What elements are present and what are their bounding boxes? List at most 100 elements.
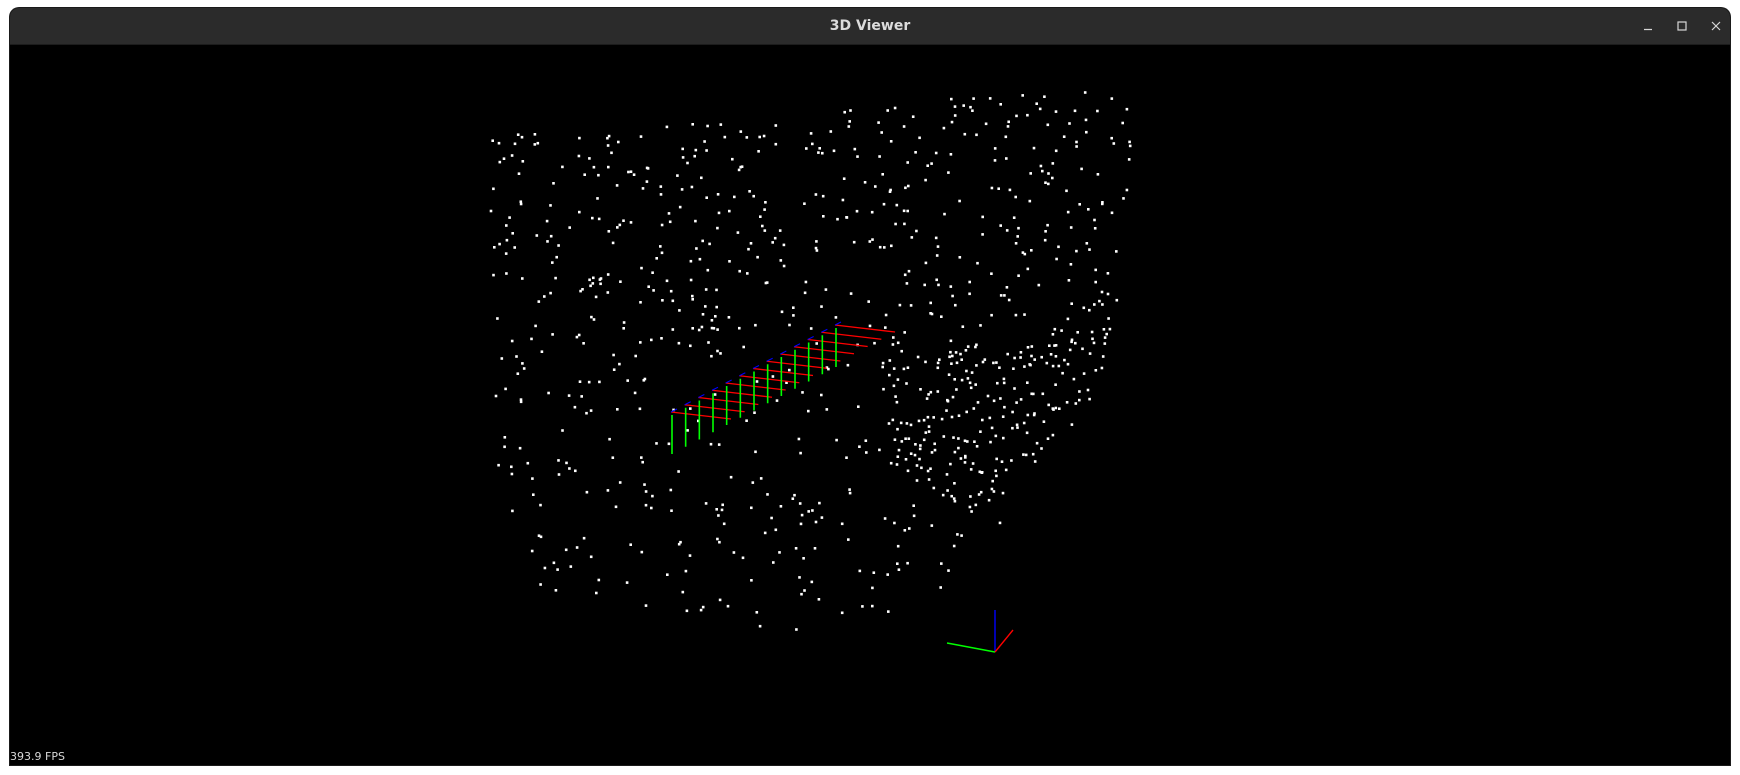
point <box>817 598 821 601</box>
point <box>607 165 610 169</box>
3d-viewport[interactable]: 393.9 FPS <box>10 45 1730 765</box>
point <box>651 494 654 498</box>
point <box>920 466 923 470</box>
point <box>660 223 664 227</box>
title-bar[interactable]: 3D Viewer <box>10 8 1730 45</box>
point <box>610 151 613 155</box>
point <box>494 394 498 398</box>
origin-x-axis <box>994 629 1014 653</box>
point <box>1007 120 1010 124</box>
point <box>686 429 689 432</box>
point <box>929 467 932 470</box>
point <box>1001 491 1005 495</box>
point <box>685 609 689 613</box>
point <box>914 443 917 446</box>
point <box>981 233 984 236</box>
point <box>655 257 658 260</box>
point <box>963 461 967 464</box>
point <box>715 508 718 511</box>
origin-y-axis <box>946 642 996 653</box>
point <box>1040 355 1043 359</box>
point <box>896 427 899 431</box>
maximize-button[interactable] <box>1671 16 1693 36</box>
point <box>704 305 707 308</box>
point <box>681 590 685 594</box>
point <box>521 160 525 163</box>
point <box>1069 263 1073 266</box>
point <box>898 303 902 307</box>
point <box>779 505 783 508</box>
3d-scene[interactable] <box>10 45 1730 765</box>
point <box>888 373 891 377</box>
point <box>845 216 848 219</box>
point <box>903 222 906 226</box>
point <box>929 301 932 305</box>
point <box>918 447 922 451</box>
point <box>1054 355 1058 358</box>
point <box>939 586 942 589</box>
point <box>516 372 520 375</box>
point <box>1051 176 1054 180</box>
point <box>883 517 887 520</box>
frame-z-axis <box>780 350 787 355</box>
point <box>878 448 881 452</box>
point <box>618 223 622 227</box>
point <box>955 361 959 365</box>
point <box>1030 354 1033 358</box>
point <box>802 557 805 560</box>
point <box>880 131 883 134</box>
point <box>634 354 637 358</box>
point <box>955 388 958 391</box>
point <box>996 381 999 385</box>
point <box>644 490 648 493</box>
point <box>690 185 694 189</box>
point <box>1005 229 1009 232</box>
point <box>579 289 582 293</box>
point <box>947 171 950 174</box>
point <box>965 410 968 414</box>
point <box>884 326 887 329</box>
point <box>822 215 825 218</box>
point <box>896 544 900 548</box>
point <box>678 309 681 312</box>
frame-z-axis <box>698 394 705 398</box>
point <box>763 229 767 232</box>
point <box>815 342 818 345</box>
minimize-button[interactable] <box>1637 16 1659 36</box>
point <box>701 313 705 316</box>
point <box>661 299 664 302</box>
point <box>738 269 741 273</box>
point <box>988 97 992 100</box>
point <box>590 315 593 319</box>
point <box>952 497 956 500</box>
point <box>689 259 693 263</box>
close-button[interactable] <box>1705 16 1727 36</box>
point <box>953 450 957 454</box>
point <box>498 242 501 246</box>
point <box>700 176 703 180</box>
point <box>557 244 560 247</box>
point <box>555 255 558 259</box>
point <box>963 132 967 136</box>
point <box>539 583 542 586</box>
point <box>1004 135 1008 139</box>
point <box>758 624 762 628</box>
point <box>911 115 915 118</box>
point <box>863 181 867 184</box>
point <box>764 201 767 204</box>
point <box>913 453 917 457</box>
frame-x-axis <box>780 353 841 362</box>
point <box>966 377 970 380</box>
point <box>916 355 920 359</box>
point <box>1103 336 1107 339</box>
point <box>1094 280 1097 284</box>
point <box>1044 230 1047 233</box>
point <box>906 561 909 565</box>
point <box>992 399 996 403</box>
point <box>835 438 838 442</box>
point <box>960 378 964 382</box>
point <box>999 294 1003 297</box>
close-icon <box>1710 20 1722 32</box>
point <box>504 252 508 255</box>
point <box>763 208 766 211</box>
